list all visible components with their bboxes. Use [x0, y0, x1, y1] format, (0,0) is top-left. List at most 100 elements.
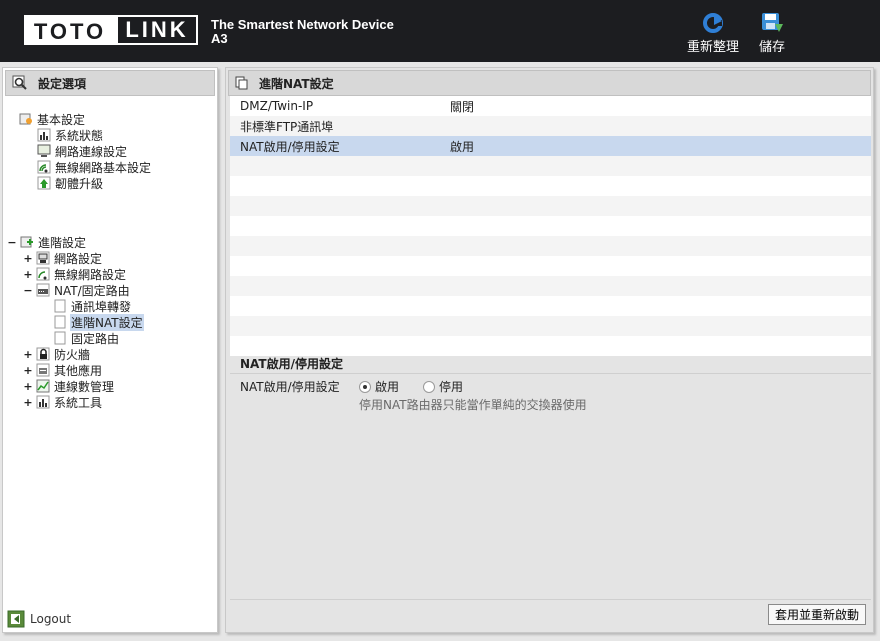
logout-link[interactable]: Logout	[7, 610, 71, 628]
collapse-toggle[interactable]: −	[7, 236, 17, 249]
main-header: 進階NAT設定	[228, 70, 871, 96]
upgrade-icon	[37, 176, 51, 190]
tree-item-other-apps[interactable]: + 其他應用	[23, 362, 103, 378]
expand-toggle[interactable]: +	[23, 348, 33, 361]
logo-link: LINK	[116, 15, 198, 45]
main-panel: 進階NAT設定 DMZ/Twin-IP 關閉 非標準FTP通訊埠 NAT啟用/停…	[225, 67, 874, 633]
tree-item-label: 進階NAT設定	[70, 313, 144, 331]
pages-icon	[235, 76, 248, 90]
bar-chart-icon	[36, 395, 50, 409]
tree-item-advanced-nat[interactable]: 進階NAT設定	[53, 313, 144, 331]
monitor-icon	[37, 144, 51, 157]
tree-item-system-status[interactable]: 系統狀態	[37, 127, 104, 143]
radio-disable-label: 停用	[439, 380, 464, 394]
tree-item-port-forwarding[interactable]: 通訊埠轉發	[53, 298, 132, 314]
tree-item-network-connection[interactable]: 網路連線設定	[37, 143, 128, 159]
list-row-dmz[interactable]: DMZ/Twin-IP 關閉	[230, 96, 871, 116]
tree-item-nat-routing[interactable]: − NAT/固定路由	[23, 282, 131, 298]
apply-restart-button[interactable]: 套用並重新啟動	[767, 604, 866, 625]
tree-item-network-settings[interactable]: + 網路設定	[23, 250, 103, 266]
save-icon	[762, 13, 783, 32]
expand-toggle[interactable]: +	[23, 380, 33, 393]
radio-enable[interactable]: 啟用	[359, 378, 399, 395]
radio-disable-circle[interactable]	[423, 380, 436, 393]
list-row-empty	[230, 276, 871, 296]
tagline-model: A3	[211, 31, 228, 46]
tree-item-label: 通訊埠轉發	[71, 299, 132, 314]
totolink-logo: TOTO LINK	[24, 15, 198, 45]
tree-item-label: 防火牆	[54, 347, 91, 362]
tree-item-label: 系統工具	[54, 395, 103, 410]
tree-item-firewall[interactable]: + 防火牆	[23, 346, 91, 362]
tree-item-label: 其他應用	[54, 363, 103, 378]
tree-item-label: 無線網路設定	[54, 267, 127, 282]
page-title: 進階NAT設定	[259, 76, 334, 91]
page-icon	[54, 299, 66, 313]
bar-chart-icon	[37, 128, 51, 142]
list-row-empty	[230, 216, 871, 236]
line-chart-icon	[36, 379, 50, 393]
tree-item-label: 網路設定	[54, 251, 103, 266]
save-button[interactable]: 儲存	[756, 12, 788, 55]
wireless-icon	[37, 160, 51, 174]
list-row-empty	[230, 196, 871, 216]
row-value: 關閉	[450, 99, 475, 114]
tree-item-label: 無線網路基本設定	[55, 160, 152, 175]
list-row-empty	[230, 176, 871, 196]
refresh-label: 重新整理	[686, 40, 739, 55]
nat-hint-text: 停用NAT路由器只能當作單純的交換器使用	[359, 398, 587, 412]
logout-icon	[7, 610, 25, 628]
list-row-empty	[230, 236, 871, 256]
settings-list: DMZ/Twin-IP 關閉 非標準FTP通訊埠 NAT啟用/停用設定 啟用	[230, 96, 871, 356]
expand-toggle[interactable]: +	[23, 364, 33, 377]
tree-advanced-label: 進階設定	[38, 235, 87, 250]
folder-settings-icon	[19, 113, 32, 125]
section-title: NAT啟用/停用設定	[230, 354, 871, 374]
tree-item-wireless-settings[interactable]: + 無線網路設定	[23, 266, 127, 282]
list-row-empty	[230, 156, 871, 176]
folder-add-icon	[20, 236, 33, 248]
refresh-button[interactable]: 重新整理	[683, 12, 743, 55]
list-row-nat-toggle[interactable]: NAT啟用/停用設定 啟用	[230, 136, 871, 156]
router-icon	[36, 283, 50, 297]
collapse-toggle[interactable]: −	[23, 284, 33, 297]
list-row-ftp-port[interactable]: 非標準FTP通訊埠	[230, 116, 871, 136]
row-name: DMZ/Twin-IP	[240, 99, 314, 113]
row-name: NAT啟用/停用設定	[240, 139, 340, 154]
expand-toggle[interactable]: +	[23, 268, 33, 281]
network-icon	[36, 251, 50, 265]
expand-toggle[interactable]: +	[23, 252, 33, 265]
apps-icon	[36, 363, 50, 377]
tree-item-static-route[interactable]: 固定路由	[53, 330, 120, 346]
footer-divider	[230, 599, 871, 600]
tree-item-system-tools[interactable]: + 系統工具	[23, 394, 103, 410]
list-row-empty	[230, 296, 871, 316]
list-row-empty	[230, 336, 871, 356]
logo-toto: TOTO	[24, 15, 116, 45]
nat-radio-group: 啟用 停用	[359, 378, 487, 395]
save-label: 儲存	[758, 40, 785, 55]
radio-enable-label: 啟用	[375, 380, 400, 394]
radio-enable-circle[interactable]	[359, 380, 371, 393]
sidebar: 設定選項 基本設定 系統狀態 網路連線設定 無線網路基本設定 韌體升級 − 進階…	[2, 67, 218, 633]
tree-basic-label: 基本設定	[37, 112, 86, 127]
nat-option-label: NAT啟用/停用設定	[240, 380, 340, 394]
tree-item-label: 韌體升級	[55, 176, 104, 191]
top-header: TOTO LINK The Smartest Network Device A3…	[0, 0, 880, 62]
row-value: 啟用	[450, 139, 475, 154]
tagline: The Smartest Network Device A3	[211, 18, 394, 46]
tree-item-label: 固定路由	[71, 331, 120, 346]
tree-item-wireless-basic[interactable]: 無線網路基本設定	[37, 159, 152, 175]
tree-advanced-settings[interactable]: − 進階設定	[7, 234, 87, 250]
expand-toggle[interactable]: +	[23, 396, 33, 409]
tree-basic-settings[interactable]: 基本設定	[19, 111, 86, 127]
tree-item-label: NAT/固定路由	[54, 283, 130, 298]
page-icon	[54, 315, 66, 329]
radio-disable[interactable]: 停用	[423, 378, 463, 395]
tree-item-connection-mgmt[interactable]: + 連線數管理	[23, 378, 115, 394]
logout-label: Logout	[30, 612, 72, 626]
wireless-icon	[36, 267, 50, 281]
nat-option-row: NAT啟用/停用設定 啟用 停用	[240, 378, 487, 395]
tree-item-firmware-upgrade[interactable]: 韌體升級	[37, 175, 104, 191]
row-name: 非標準FTP通訊埠	[240, 119, 334, 134]
